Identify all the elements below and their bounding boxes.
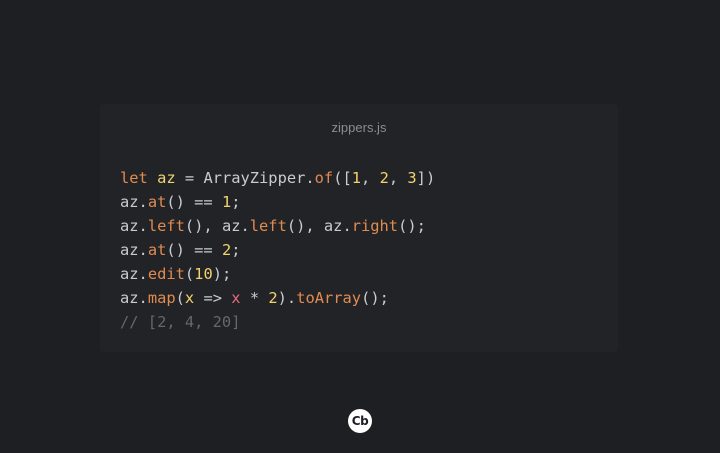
plain-token: az.: [120, 217, 148, 235]
plain-token: ([: [333, 169, 352, 187]
comment-token: // [2, 4, 20]: [120, 313, 241, 331]
plain-token: () ==: [166, 193, 222, 211]
plain-token: az.: [120, 241, 148, 259]
file-title: zippers.js: [331, 120, 387, 135]
method-token: edit: [147, 265, 185, 283]
plain-token: ;: [231, 241, 241, 259]
method-token: right: [351, 217, 399, 235]
plain-token: (), az.: [286, 217, 352, 235]
number-token: 2: [379, 169, 389, 187]
number-token: 1: [221, 193, 232, 211]
code-block: let az = ArrayZipper.of([1, 2, 3]) az.at(…: [120, 166, 435, 334]
variable-token: az: [157, 169, 176, 187]
plain-token: ,: [361, 169, 380, 187]
number-token: 2: [268, 289, 278, 307]
plain-token: *: [240, 289, 269, 307]
number-token: 10: [194, 265, 213, 283]
page: zippers.js let az = ArrayZipper.of([1, 2…: [0, 0, 720, 453]
parameter-token: x: [184, 289, 195, 307]
plain-token: ();: [361, 289, 389, 307]
reference-token: x: [231, 289, 241, 307]
method-token: left: [249, 217, 287, 235]
plain-token: ();: [398, 217, 426, 235]
plain-token: (: [175, 289, 185, 307]
plain-token: az.: [120, 289, 148, 307]
code-line-4: az.at() == 2;: [120, 238, 435, 262]
code-line-6: az.map(x => x * 2).toArray();: [120, 286, 435, 310]
number-token: 2: [221, 241, 232, 259]
code-line-7: // [2, 4, 20]: [120, 310, 435, 334]
method-token: toArray: [296, 289, 362, 307]
plain-token: =>: [194, 289, 232, 307]
method-token: left: [147, 217, 185, 235]
plain-token: ).: [277, 289, 297, 307]
plain-token: );: [212, 265, 232, 283]
brand-logo-icon[interactable]: Cb: [348, 409, 372, 433]
method-token: of: [314, 169, 334, 187]
plain-token: () ==: [166, 241, 222, 259]
number-token: 3: [407, 169, 417, 187]
plain-token: az.: [120, 265, 148, 283]
code-line-3: az.left(), az.left(), az.right();: [120, 214, 435, 238]
plain-token: = ArrayZipper.: [175, 169, 315, 187]
method-token: at: [147, 193, 167, 211]
plain-token: (), az.: [184, 217, 250, 235]
method-token: at: [147, 241, 167, 259]
code-line-1: let az = ArrayZipper.of([1, 2, 3]): [120, 166, 435, 190]
plain-token: ]): [416, 169, 436, 187]
plain-token: ,: [388, 169, 408, 187]
code-card: zippers.js let az = ArrayZipper.of([1, 2…: [100, 104, 618, 352]
number-token: 1: [351, 169, 362, 187]
code-line-2: az.at() == 1;: [120, 190, 435, 214]
keyword-token: let: [120, 169, 148, 187]
plain-token: (: [184, 265, 195, 283]
method-token: map: [147, 289, 176, 307]
code-line-5: az.edit(10);: [120, 262, 435, 286]
plain-token: ;: [231, 193, 241, 211]
plain-token: az.: [120, 193, 148, 211]
